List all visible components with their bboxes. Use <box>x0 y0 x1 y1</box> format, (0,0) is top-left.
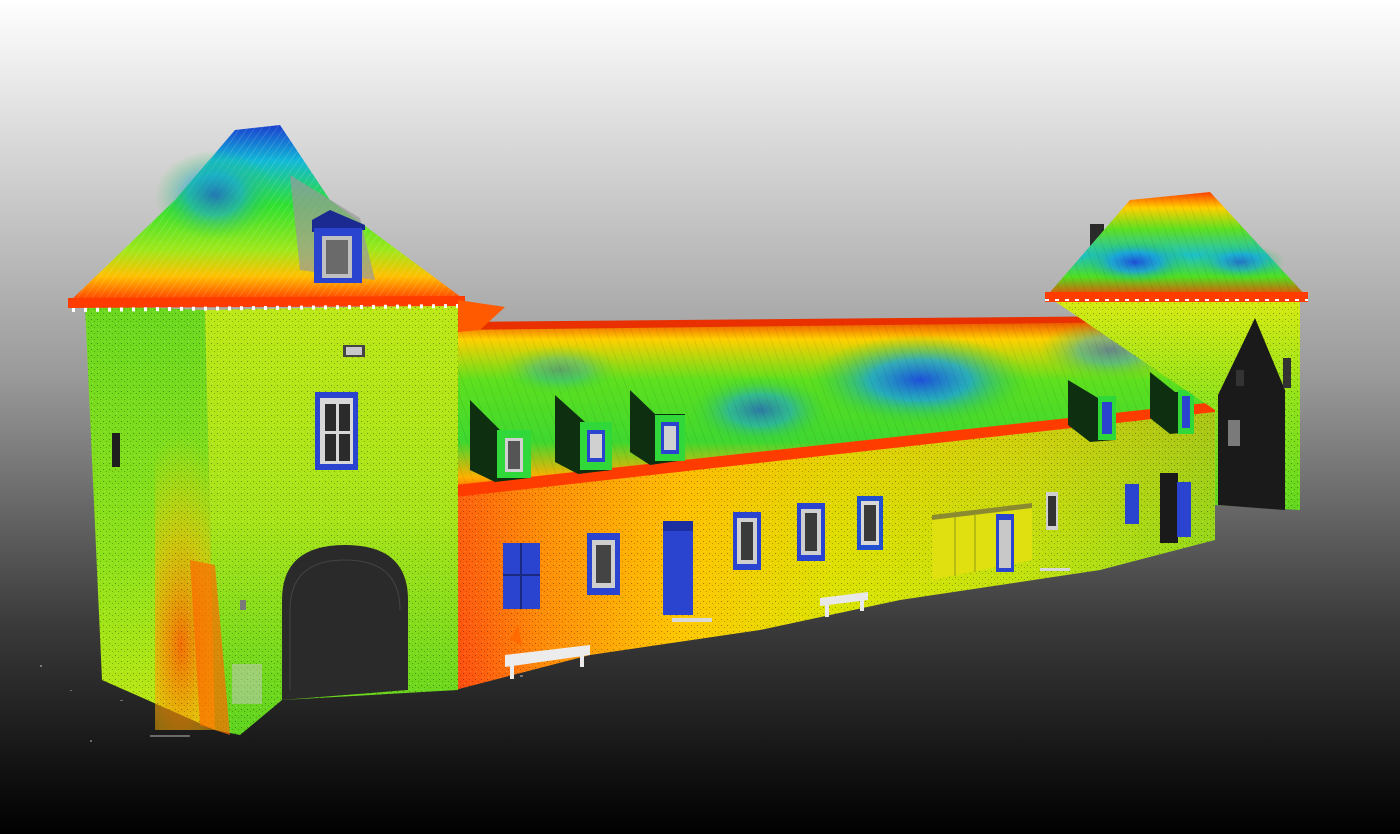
window <box>1046 492 1058 530</box>
window <box>503 543 540 609</box>
door <box>663 521 693 615</box>
left-tower-archway <box>282 545 408 700</box>
window <box>797 503 825 561</box>
slit-window <box>112 433 120 467</box>
point-cloud-viewport[interactable] <box>0 0 1400 834</box>
window <box>733 512 761 570</box>
window <box>857 496 883 550</box>
point-cloud-scene <box>0 0 1400 834</box>
window <box>315 392 358 470</box>
window <box>587 533 620 595</box>
